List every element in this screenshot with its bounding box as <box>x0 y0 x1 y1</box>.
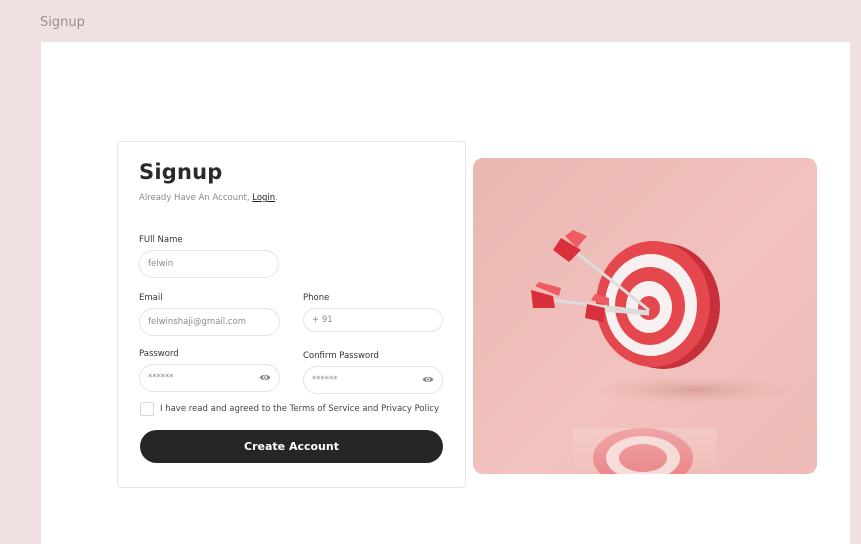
confirm-password-label: Confirm Password <box>303 351 379 361</box>
page-canvas: Signup Already Have An Account, Login. F… <box>41 42 850 544</box>
frame-label: Signup <box>40 15 85 30</box>
full-name-value: felwin <box>148 259 174 269</box>
login-link[interactable]: Login <box>252 193 275 203</box>
login-prompt: Already Have An Account, Login. <box>139 193 278 203</box>
password-label: Password <box>139 349 179 359</box>
phone-field[interactable]: + 91 <box>303 308 443 332</box>
confirm-password-value: ****** <box>312 375 338 385</box>
page-title: Signup <box>139 160 223 184</box>
password-value: ****** <box>148 373 174 383</box>
eye-icon[interactable] <box>259 373 271 382</box>
login-prompt-suffix: . <box>275 193 278 203</box>
login-prompt-text: Already Have An Account, <box>139 193 253 203</box>
hero-image <box>473 158 817 474</box>
email-field[interactable]: felwinshaji@gmail.com <box>139 308 280 336</box>
email-label: Email <box>139 293 163 303</box>
target-illustration <box>531 230 793 474</box>
password-field[interactable]: ****** <box>139 364 280 392</box>
confirm-password-field[interactable]: ****** <box>303 366 443 394</box>
email-value: felwinshaji@gmail.com <box>148 317 246 327</box>
eye-icon[interactable] <box>422 375 434 384</box>
phone-label: Phone <box>303 293 330 303</box>
phone-value: + 91 <box>312 315 333 325</box>
create-account-button[interactable]: Create Account <box>140 430 443 463</box>
signup-card: Signup Already Have An Account, Login. F… <box>117 141 466 488</box>
terms-label: I have read and agreed to the Terms of S… <box>160 404 440 414</box>
full-name-label: FUll Name <box>139 235 183 245</box>
terms-checkbox[interactable] <box>140 402 154 416</box>
full-name-field[interactable]: felwin <box>139 250 279 278</box>
